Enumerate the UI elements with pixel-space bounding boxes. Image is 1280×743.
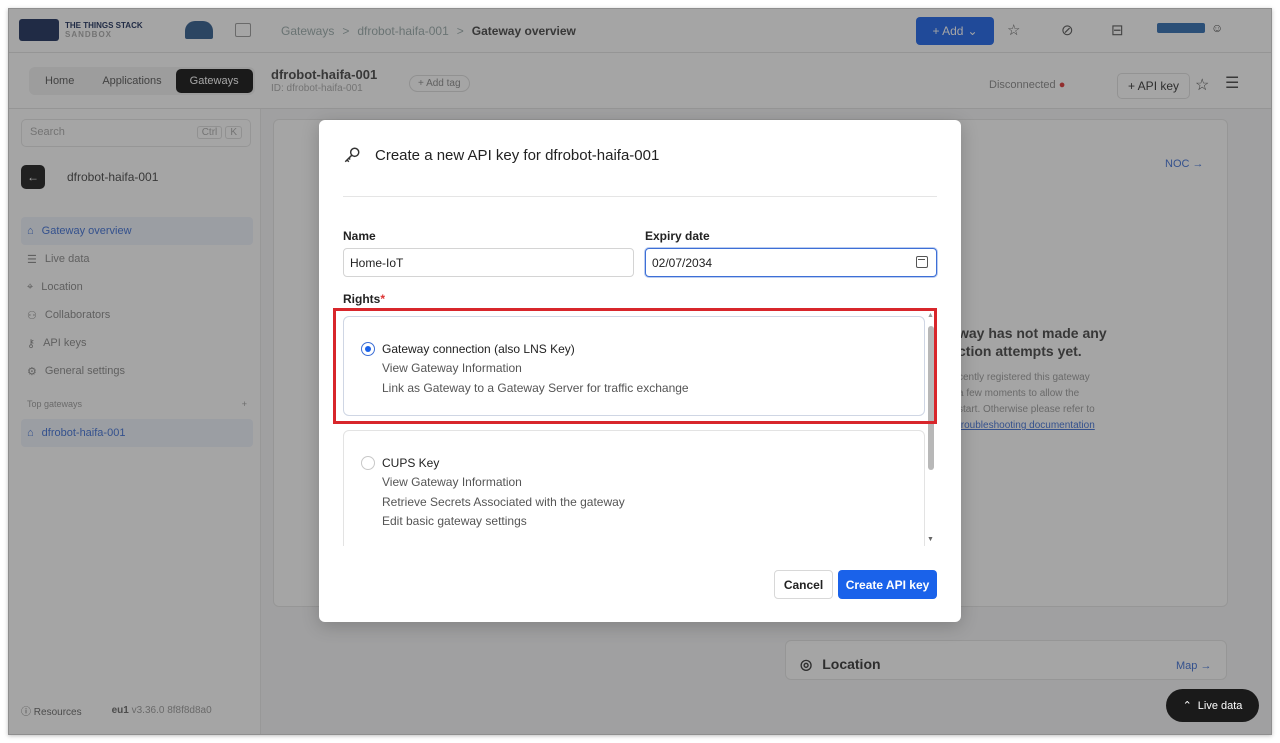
chevron-up-icon: ⌃ (1182, 700, 1192, 712)
cancel-button[interactable]: Cancel (774, 570, 833, 599)
expiry-date-label: Expiry date (645, 229, 710, 243)
scroll-down-arrow-icon[interactable]: ▼ (927, 536, 934, 543)
right-permission: View Gateway Information (382, 361, 522, 375)
create-api-key-button[interactable]: Create API key (838, 570, 937, 599)
modal-divider (343, 196, 937, 197)
required-marker: * (380, 292, 386, 306)
rights-list: Gateway connection (also LNS Key) View G… (343, 316, 937, 546)
right-title: CUPS Key (382, 456, 440, 470)
scroll-up-arrow-icon[interactable]: ▲ (927, 312, 934, 319)
right-permission: Link as Gateway to a Gateway Server for … (382, 381, 689, 395)
key-icon (344, 147, 360, 163)
calendar-icon[interactable] (916, 256, 928, 268)
modal-title: Create a new API key for dfrobot-haifa-0… (375, 146, 660, 164)
rights-label: Rights* (343, 292, 386, 306)
name-label: Name (343, 229, 376, 243)
radio-cups-key[interactable] (361, 456, 375, 470)
right-permission: Edit basic gateway settings (382, 514, 527, 528)
modal-header: Create a new API key for dfrobot-haifa-0… (343, 146, 659, 164)
right-option-gateway-connection[interactable]: Gateway connection (also LNS Key) View G… (343, 316, 925, 416)
right-option-cups-key[interactable]: CUPS Key View Gateway Information Retrie… (343, 430, 925, 546)
right-title: Gateway connection (also LNS Key) (382, 342, 575, 356)
rights-scrollbar[interactable] (928, 326, 934, 470)
name-field[interactable]: Home-IoT (343, 248, 634, 277)
expiry-date-field[interactable]: 02/07/2034 (645, 248, 937, 277)
right-permission: View Gateway Information (382, 475, 522, 489)
create-api-key-modal: Create a new API key for dfrobot-haifa-0… (319, 120, 961, 622)
live-data-button[interactable]: ⌃ Live data (1166, 689, 1259, 722)
right-permission: Retrieve Secrets Associated with the gat… (382, 495, 625, 509)
radio-gateway-connection[interactable] (361, 342, 375, 356)
